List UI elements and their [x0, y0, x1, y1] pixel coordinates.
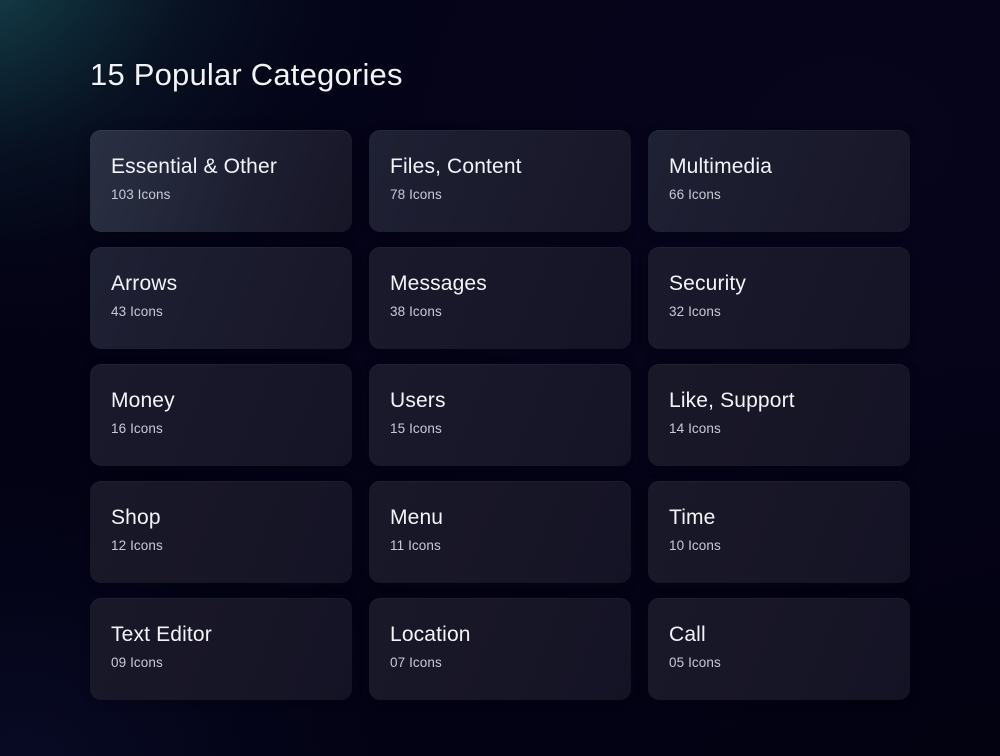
category-icon-count: 11 Icons — [390, 538, 441, 554]
category-card[interactable]: Files, Content 78 Icons — [369, 130, 631, 232]
category-icon-count: 103 Icons — [111, 187, 171, 203]
category-name: Text Editor — [111, 623, 212, 646]
category-icon-count: 10 Icons — [669, 538, 721, 554]
category-name: Security — [669, 272, 747, 295]
category-icon-count: 12 Icons — [111, 538, 163, 554]
category-card[interactable]: Text Editor 09 Icons — [90, 598, 352, 700]
category-name: Time — [669, 506, 716, 529]
category-icon-count: 15 Icons — [390, 421, 442, 437]
category-name: Location — [390, 623, 471, 646]
page-title: 15 Popular Categories — [90, 57, 403, 92]
category-card[interactable]: Users 15 Icons — [369, 364, 631, 466]
category-name: Arrows — [111, 272, 178, 295]
category-name: Essential & Other — [111, 155, 277, 178]
category-name: Messages — [390, 272, 487, 295]
category-icon-count: 16 Icons — [111, 421, 163, 437]
category-card[interactable]: Time 10 Icons — [648, 481, 910, 583]
category-card[interactable]: Essential & Other 103 Icons — [90, 130, 352, 232]
category-grid: Essential & Other 103 Icons Files, Conte… — [90, 130, 910, 700]
category-name: Multimedia — [669, 155, 773, 178]
category-icon-count: 78 Icons — [390, 187, 442, 203]
category-icon-count: 66 Icons — [669, 187, 721, 203]
category-card[interactable]: Call 05 Icons — [648, 598, 910, 700]
category-name: Files, Content — [390, 155, 522, 178]
category-icon-count: 14 Icons — [669, 421, 721, 437]
category-card[interactable]: Shop 12 Icons — [90, 481, 352, 583]
category-icon-count: 09 Icons — [111, 655, 163, 671]
category-name: Money — [111, 389, 175, 412]
category-icon-count: 43 Icons — [111, 304, 163, 320]
category-icon-count: 05 Icons — [669, 655, 721, 671]
category-icon-count: 32 Icons — [669, 304, 721, 320]
category-card[interactable]: Messages 38 Icons — [369, 247, 631, 349]
category-card[interactable]: Security 32 Icons — [648, 247, 910, 349]
category-icon-count: 38 Icons — [390, 304, 442, 320]
category-card[interactable]: Money 16 Icons — [90, 364, 352, 466]
category-card[interactable]: Arrows 43 Icons — [90, 247, 352, 349]
category-name: Shop — [111, 506, 161, 529]
category-card[interactable]: Multimedia 66 Icons — [648, 130, 910, 232]
category-card[interactable]: Location 07 Icons — [369, 598, 631, 700]
category-card[interactable]: Menu 11 Icons — [369, 481, 631, 583]
category-icon-count: 07 Icons — [390, 655, 442, 671]
categories-page: 15 Popular Categories Essential & Other … — [0, 0, 1000, 756]
category-name: Call — [669, 623, 706, 646]
category-card[interactable]: Like, Support 14 Icons — [648, 364, 910, 466]
category-name: Users — [390, 389, 446, 412]
category-name: Menu — [390, 506, 444, 529]
category-name: Like, Support — [669, 389, 795, 412]
